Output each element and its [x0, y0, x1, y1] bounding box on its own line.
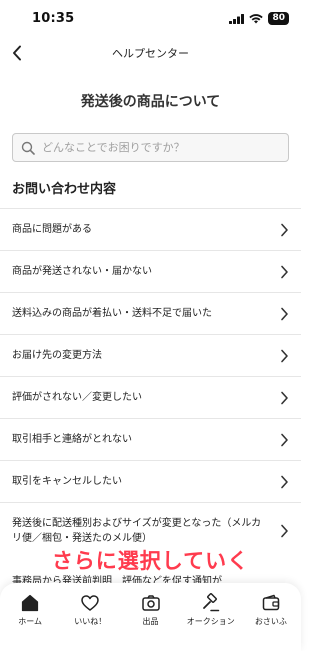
home-icon [21, 594, 39, 612]
list-item[interactable]: 商品が発送されない・届かない [0, 250, 301, 292]
chevron-right-icon [281, 349, 288, 362]
list-item[interactable]: 商品に問題がある [0, 208, 301, 250]
list-item-label: 発送後に配送種別およびサイズが変更となった（メルカリ便／梱包・発送たのメル便） [12, 517, 262, 544]
tab-label: ホーム [18, 617, 42, 626]
list-item-label: 送料込みの商品が着払い・送料不足で届いた [12, 308, 212, 319]
tab-wallet[interactable]: おさいふ [241, 593, 301, 651]
chevron-right-icon [281, 265, 288, 278]
list-item-label: 商品が発送されない・届かない [12, 266, 152, 277]
tab-label: 出品 [142, 617, 159, 626]
wifi-icon [249, 13, 264, 23]
search-input[interactable] [42, 141, 272, 154]
tab-sell[interactable]: 出品 [120, 593, 180, 651]
signal-icon [229, 13, 245, 24]
page-title: 発送後の商品について [80, 94, 221, 110]
list-item[interactable]: 取引相手と連絡がとれない [0, 418, 301, 460]
wallet-icon [262, 594, 280, 611]
tab-label: おさいふ [254, 617, 287, 626]
chevron-right-icon [281, 391, 288, 404]
tab-auction[interactable]: オークション [181, 593, 241, 651]
list-item[interactable]: 送料込みの商品が着払い・送料不足で届いた [0, 292, 301, 334]
list-item-label: 評価がされない／変更したい [12, 392, 142, 403]
search-icon [21, 141, 35, 155]
chevron-right-icon [281, 223, 288, 236]
chevron-right-icon [281, 524, 288, 537]
tab-home[interactable]: ホーム [0, 593, 60, 651]
list-item-label: 取引相手と連絡がとれない [12, 434, 132, 445]
tab-bar: ホーム いいね！ 出品 オークション おさいふ [0, 583, 301, 651]
nav-bar: ヘルプセンター [0, 36, 301, 70]
list-item-label: お届け先の変更方法 [12, 350, 102, 361]
gavel-icon [202, 593, 219, 612]
camera-icon [141, 595, 160, 611]
chevron-right-icon [281, 307, 288, 320]
heart-icon [81, 595, 100, 611]
tab-label: オークション [186, 617, 235, 626]
status-icons: 80 [229, 12, 289, 25]
search-box[interactable] [12, 133, 289, 162]
battery-indicator: 80 [268, 12, 289, 25]
list-item[interactable]: 取引をキャンセルしたい [0, 460, 301, 502]
list-item-label: 取引をキャンセルしたい [12, 476, 122, 487]
status-bar: 10:35 80 [0, 0, 301, 36]
status-time: 10:35 [32, 11, 75, 26]
chevron-right-icon [281, 433, 288, 446]
chevron-right-icon [281, 475, 288, 488]
section-title: お問い合わせ内容 [12, 182, 117, 197]
list-item-label: 商品に問題がある [12, 224, 92, 235]
tab-likes[interactable]: いいね！ [60, 593, 120, 651]
overlay-caption: さらに選択していく [51, 549, 250, 573]
list-item[interactable]: 評価がされない／変更したい [0, 376, 301, 418]
inquiry-list: 商品に問題がある 商品が発送されない・届かない 送料込みの商品が着払い・送料不足… [0, 208, 301, 558]
tab-label: いいね！ [74, 617, 107, 626]
list-item[interactable]: お届け先の変更方法 [0, 334, 301, 376]
nav-title: ヘルプセンター [112, 47, 189, 60]
